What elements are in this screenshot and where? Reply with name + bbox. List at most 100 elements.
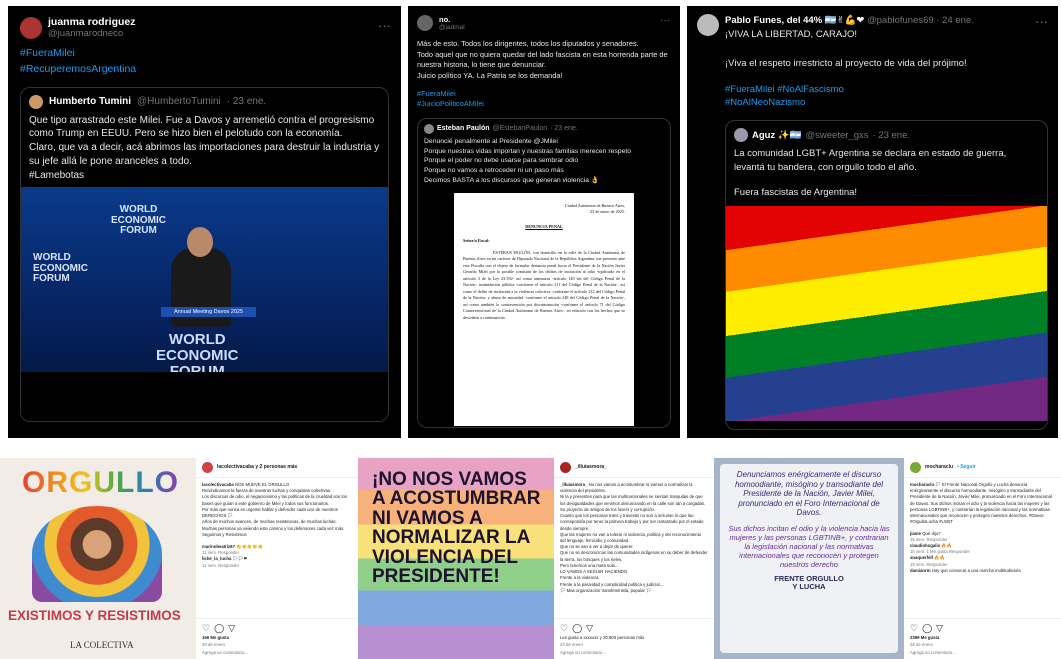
caption-line: Cuanto que los personas trans y travesti… bbox=[560, 513, 704, 531]
caption-line: Años de muchos avances, de muchas resist… bbox=[202, 519, 337, 525]
comment-text: 🔥🔥 bbox=[941, 542, 952, 548]
caption-user[interactable]: lacolectivacaba bbox=[202, 482, 234, 487]
more-icon[interactable]: ··· bbox=[1035, 14, 1048, 29]
comment-user[interactable]: jiame bbox=[910, 531, 921, 536]
like-icon[interactable]: ♡ bbox=[910, 623, 922, 633]
quoted-author-handle: @HumbertoTumini bbox=[137, 96, 221, 107]
tweet-line-2: ¡Viva el respeto irrestricto al proyecto… bbox=[725, 57, 967, 69]
post-author[interactable]: mocharaclu bbox=[925, 464, 953, 471]
comment-user[interactable]: marinobeatriz67 bbox=[202, 544, 235, 549]
statement-text: Denunciamos enérgicamente el discurso ho… bbox=[734, 470, 884, 518]
slogan: EXISTIMOS Y RESISTIMOS bbox=[8, 608, 181, 623]
rainbow-flag-image[interactable] bbox=[726, 205, 1047, 421]
avatar[interactable] bbox=[560, 462, 571, 473]
complaint-document[interactable]: Ciudad Autónoma de Buenos Aires, 23 de e… bbox=[454, 192, 634, 426]
instagram-post-image-3[interactable]: Denunciamos enérgicamente el discurso ho… bbox=[714, 458, 904, 659]
add-comment-input[interactable]: Agrega un comentario... bbox=[910, 650, 1055, 656]
caption-line: 🏳 Mas organización transfeminista, popul… bbox=[560, 587, 652, 593]
quoted-tweet[interactable]: Esteban Paulón @EstebanPaulon · 23 ene. … bbox=[417, 117, 671, 428]
comment-user[interactable]: damianrm bbox=[910, 568, 931, 573]
tweet-card-1[interactable]: juanma rodriguez @juanmarodneco ··· #Fue… bbox=[8, 6, 401, 438]
add-comment-input[interactable]: Agrega un comentario... bbox=[202, 650, 352, 656]
hashtag[interactable]: #FueraMilei bbox=[417, 89, 671, 99]
caption-title: NOS MUEVE EL ORGULLO bbox=[234, 482, 290, 487]
comment-text: Hay que convocar a una marcha multitudin… bbox=[931, 567, 1021, 573]
comment-meta[interactable]: 11 sem. Responder bbox=[202, 563, 352, 569]
hashtag[interactable]: #NoAlNeoNazismo bbox=[725, 96, 1048, 110]
avatar bbox=[734, 128, 748, 143]
comment-user[interactable]: claudiohogalix bbox=[910, 543, 940, 548]
author-handle[interactable]: @juanmarodneco bbox=[48, 28, 136, 39]
statement-card: Denunciamos enérgicamente el discurso ho… bbox=[720, 464, 898, 653]
like-icon[interactable]: ♡ bbox=[560, 623, 572, 633]
quoted-author-name[interactable]: Humberto Tumini bbox=[49, 96, 131, 107]
caption-line: Seguimos y Resistimos bbox=[202, 531, 247, 537]
author-handle[interactable]: @iadmal bbox=[439, 24, 465, 31]
caption-line: Que no se desconozcan las comunidades in… bbox=[560, 550, 708, 562]
quoted-author-name[interactable]: Esteban Paulón bbox=[437, 125, 490, 132]
author-name[interactable]: Pablo Funes, del 44% 🇦🇷✌💪❤ bbox=[725, 15, 864, 26]
avatar bbox=[424, 123, 434, 134]
author-name[interactable]: no. bbox=[439, 15, 465, 24]
comment-icon[interactable]: ◯ bbox=[922, 623, 936, 633]
protest-text: ¡NO NOS VAMOS A ACOSTUMBRAR NI VAMOS A N… bbox=[372, 469, 541, 587]
more-icon[interactable]: ··· bbox=[378, 18, 391, 33]
more-icon[interactable]: ··· bbox=[660, 15, 670, 26]
author-handle[interactable]: @pablofunes69 bbox=[867, 15, 934, 26]
quoted-text: La comunidad LGBT+ Argentina se declara … bbox=[734, 148, 1007, 173]
avatar[interactable] bbox=[20, 16, 42, 39]
caption-line: Muchas personas ya viviendo este camino … bbox=[202, 525, 345, 531]
hashtag[interactable]: #JuicioPoliticoAMilei bbox=[417, 99, 671, 109]
instagram-post-panel-2[interactable]: _illuiasmora_ _illuiasmora_ No nos vamos… bbox=[554, 458, 714, 659]
davos-photo[interactable]: WORLD ECONOMIC FORUM WORLD ECONOMIC FORU… bbox=[21, 187, 388, 421]
quoted-tweet[interactable]: Humberto Tumini @HumbertoTumini · 23 ene… bbox=[20, 86, 389, 422]
quoted-date: · 23 ene. bbox=[226, 96, 267, 107]
caption-line: Ni la y presentes para que las multinaci… bbox=[560, 494, 706, 506]
caption-line: Por más que nunca es urgente hablar y de… bbox=[202, 506, 338, 519]
post-date: 28 de enero bbox=[910, 641, 933, 647]
comment-icon[interactable]: ◯ bbox=[572, 623, 586, 633]
tweet-card-3[interactable]: Pablo Funes, del 44% 🇦🇷✌💪❤ @pablofunes69… bbox=[687, 6, 1058, 438]
instagram-post-image-1[interactable]: ORGULLO EXISTIMOS Y RESISTIMOS LA COLECT… bbox=[0, 458, 196, 659]
quoted-tweet[interactable]: Aguz ✨🇦🇷 @sweeter_gxs · 23 ene. La comun… bbox=[725, 120, 1048, 431]
caption-line: Los discursos de odio, el negacionismo y… bbox=[202, 494, 347, 506]
avatar[interactable] bbox=[910, 462, 921, 473]
add-comment-input[interactable]: Agrega un comentario... bbox=[560, 650, 708, 656]
comment-text: 🏳🏳❤ bbox=[232, 556, 248, 562]
caption-user[interactable]: _illuiasmora_ bbox=[560, 482, 587, 487]
quoted-author-name[interactable]: Aguz ✨🇦🇷 bbox=[752, 130, 802, 141]
comment-text: 🔥🔥 bbox=[934, 555, 945, 561]
caption-line: Que las mujeres no van a tolerar ni viol… bbox=[560, 531, 702, 543]
tweet-line-1: ¡VIVA LA LIBERTAD, CARAJO! bbox=[725, 29, 857, 41]
caption-user[interactable]: mocharaclu bbox=[910, 482, 934, 487]
like-icon[interactable]: ♡ bbox=[202, 623, 214, 633]
instagram-post-panel-3[interactable]: mocharaclu • Seguir mocharaclu 🏳 El Frent… bbox=[904, 458, 1061, 659]
avatar[interactable] bbox=[202, 462, 213, 473]
avatar[interactable] bbox=[417, 15, 433, 31]
wef-logo: WORLD ECONOMIC FORUM bbox=[111, 204, 166, 237]
follow-button[interactable]: • Seguir bbox=[957, 464, 976, 471]
share-icon[interactable]: ▽ bbox=[936, 623, 947, 633]
instagram-post-image-2[interactable]: ¡NO NOS VAMOS A ACOSTUMBRAR NI VAMOS A N… bbox=[358, 458, 554, 659]
post-author[interactable]: lacolectivacaba y 2 personas más bbox=[217, 464, 297, 471]
hashtag[interactable]: #FueraMilei #NoAlFascismo bbox=[725, 83, 1048, 97]
hashtag[interactable]: #FueraMilei bbox=[20, 46, 389, 62]
share-icon[interactable]: ▽ bbox=[586, 623, 597, 633]
quoted-date: · 23 ene. bbox=[550, 125, 578, 133]
comment-user[interactable]: anaquerfell bbox=[910, 555, 933, 560]
tweet-card-2[interactable]: no. @iadmal ··· Más de esto. Todos los d… bbox=[408, 6, 680, 438]
illustrated-figures bbox=[32, 506, 162, 602]
quoted-author-handle: @sweeter_gxs bbox=[805, 129, 869, 141]
comment-icon[interactable]: ◯ bbox=[214, 623, 228, 633]
post-date: 28 de enero bbox=[202, 641, 225, 647]
instagram-post-panel-1[interactable]: lacolectivacaba y 2 personas más lacolec… bbox=[196, 458, 358, 659]
avatar[interactable] bbox=[697, 14, 719, 36]
share-icon[interactable]: ▽ bbox=[228, 623, 239, 633]
author-name[interactable]: juanma rodriguez bbox=[48, 16, 136, 28]
doc-salute: Señor/a Fiscal: bbox=[463, 238, 490, 244]
quoted-author-handle: @EstebanPaulon bbox=[492, 125, 548, 133]
hashtag[interactable]: #RecuperemosArgentina bbox=[20, 62, 389, 78]
post-author[interactable]: _illuiasmora_ bbox=[575, 464, 607, 471]
comment-user[interactable]: liche_la_lucha bbox=[202, 556, 231, 561]
post-date: 23 de enero bbox=[560, 641, 583, 647]
